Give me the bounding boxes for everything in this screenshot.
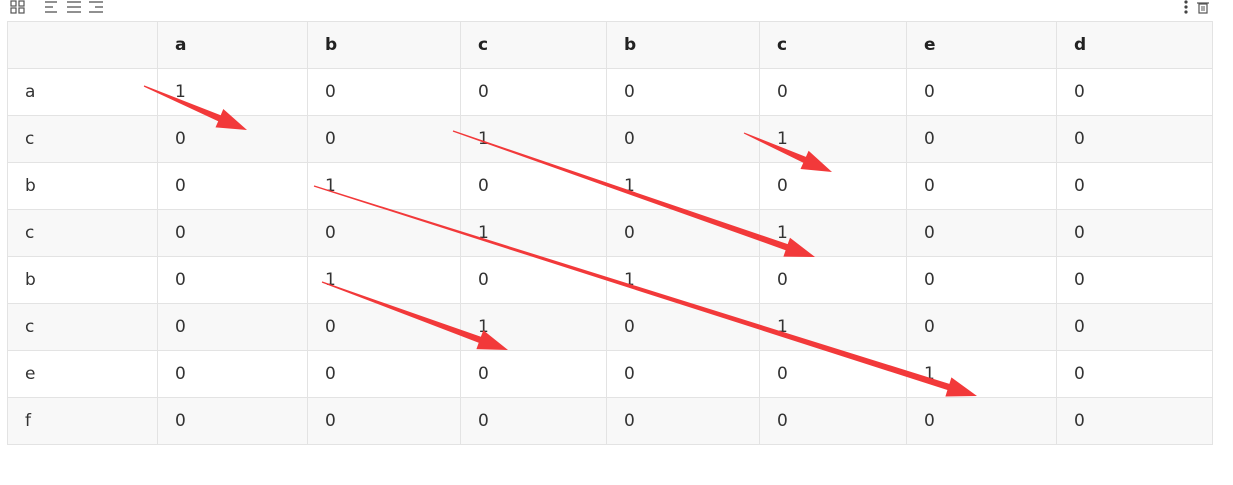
table-cell[interactable]: 0 <box>307 209 461 257</box>
align-center-icon[interactable] <box>66 0 82 14</box>
table-row: c0010100 <box>7 303 1213 351</box>
table-cell[interactable]: 0 <box>1056 350 1213 398</box>
table-row: c0010100 <box>7 209 1213 257</box>
table-cell[interactable]: 0 <box>460 162 607 210</box>
align-right-icon[interactable] <box>88 0 104 14</box>
row-header[interactable]: c <box>7 209 158 257</box>
row-header[interactable]: e <box>7 350 158 398</box>
delete-icon[interactable] <box>1197 0 1209 14</box>
table-row: f0000000 <box>7 397 1213 445</box>
table-row: b0101000 <box>7 256 1213 304</box>
table-cell[interactable]: 0 <box>157 350 308 398</box>
table-block: abcbceda1000000c0010100b0101000c0010100b… <box>0 0 1233 485</box>
table-row: b0101000 <box>7 162 1213 210</box>
table-cell[interactable]: 0 <box>460 256 607 304</box>
table-cell[interactable]: 0 <box>906 115 1057 163</box>
table-toolbar-right <box>1183 0 1209 14</box>
row-header[interactable]: f <box>7 397 158 445</box>
table-row: e0000010 <box>7 350 1213 398</box>
corner-cell[interactable] <box>7 21 158 69</box>
table-cell[interactable]: 0 <box>906 303 1057 351</box>
row-header[interactable]: c <box>7 115 158 163</box>
table-cell[interactable]: 0 <box>606 115 760 163</box>
table-cell[interactable]: 1 <box>606 162 760 210</box>
table-cell[interactable]: 0 <box>307 303 461 351</box>
table-cell[interactable]: 0 <box>1056 162 1213 210</box>
table-cell[interactable]: 0 <box>606 350 760 398</box>
table-cell[interactable]: 1 <box>606 256 760 304</box>
table-cell[interactable]: 0 <box>606 397 760 445</box>
table-cell[interactable]: 1 <box>906 350 1057 398</box>
table-cell[interactable]: 1 <box>759 209 907 257</box>
table-cell[interactable]: 1 <box>307 256 461 304</box>
table-cell[interactable]: 1 <box>157 68 308 116</box>
table-cell[interactable]: 0 <box>906 397 1057 445</box>
column-header[interactable]: a <box>157 21 308 69</box>
table-cell[interactable]: 0 <box>1056 303 1213 351</box>
table-cell[interactable]: 0 <box>157 256 308 304</box>
table-cell[interactable]: 0 <box>1056 68 1213 116</box>
table-cell[interactable]: 0 <box>606 68 760 116</box>
table-cell[interactable]: 0 <box>307 68 461 116</box>
more-vertical-icon[interactable] <box>1183 0 1189 14</box>
row-header[interactable]: a <box>7 68 158 116</box>
table-cell[interactable]: 0 <box>1056 256 1213 304</box>
table-toolbar <box>10 0 104 14</box>
table-cell[interactable]: 1 <box>307 162 461 210</box>
table-cell[interactable]: 1 <box>759 115 907 163</box>
table-cell[interactable]: 0 <box>606 209 760 257</box>
table-cell[interactable]: 1 <box>460 303 607 351</box>
table-cell[interactable]: 0 <box>157 209 308 257</box>
table-cell[interactable]: 1 <box>759 303 907 351</box>
column-header[interactable]: b <box>606 21 760 69</box>
column-header[interactable]: e <box>906 21 1057 69</box>
table-cell[interactable]: 0 <box>157 303 308 351</box>
table-cell[interactable]: 0 <box>307 115 461 163</box>
table-cell[interactable]: 0 <box>906 256 1057 304</box>
table-cell[interactable]: 1 <box>460 115 607 163</box>
table-body: abcbceda1000000c0010100b0101000c0010100b… <box>7 21 1213 445</box>
table-cell[interactable]: 1 <box>460 209 607 257</box>
column-header[interactable]: c <box>460 21 607 69</box>
table-cell[interactable]: 0 <box>1056 397 1213 445</box>
table-cell[interactable]: 0 <box>906 162 1057 210</box>
table-cell[interactable]: 0 <box>307 397 461 445</box>
table-cell[interactable]: 0 <box>606 303 760 351</box>
align-left-icon[interactable] <box>44 0 60 14</box>
column-header[interactable]: d <box>1056 21 1213 69</box>
table-cell[interactable]: 0 <box>460 350 607 398</box>
table-cell[interactable]: 0 <box>759 350 907 398</box>
table-cell[interactable]: 0 <box>460 397 607 445</box>
table-cell[interactable]: 0 <box>157 115 308 163</box>
row-header[interactable]: b <box>7 256 158 304</box>
column-header[interactable]: c <box>759 21 907 69</box>
table-row: c0010100 <box>7 115 1213 163</box>
grid-icon[interactable] <box>10 0 26 14</box>
table-cell[interactable]: 0 <box>906 68 1057 116</box>
table-cell[interactable]: 0 <box>759 397 907 445</box>
table-cell[interactable]: 0 <box>1056 115 1213 163</box>
table-cell[interactable]: 0 <box>759 68 907 116</box>
table-cell[interactable]: 0 <box>307 350 461 398</box>
table-cell[interactable]: 0 <box>460 68 607 116</box>
table-cell[interactable]: 0 <box>157 397 308 445</box>
row-header[interactable]: b <box>7 162 158 210</box>
row-header[interactable]: c <box>7 303 158 351</box>
table-cell[interactable]: 0 <box>157 162 308 210</box>
header-row: abcbced <box>7 21 1213 69</box>
table-row: a1000000 <box>7 68 1213 116</box>
table-cell[interactable]: 0 <box>759 162 907 210</box>
table-cell[interactable]: 0 <box>1056 209 1213 257</box>
table-cell[interactable]: 0 <box>759 256 907 304</box>
data-table: abcbceda1000000c0010100b0101000c0010100b… <box>7 21 1213 445</box>
column-header[interactable]: b <box>307 21 461 69</box>
table-cell[interactable]: 0 <box>906 209 1057 257</box>
